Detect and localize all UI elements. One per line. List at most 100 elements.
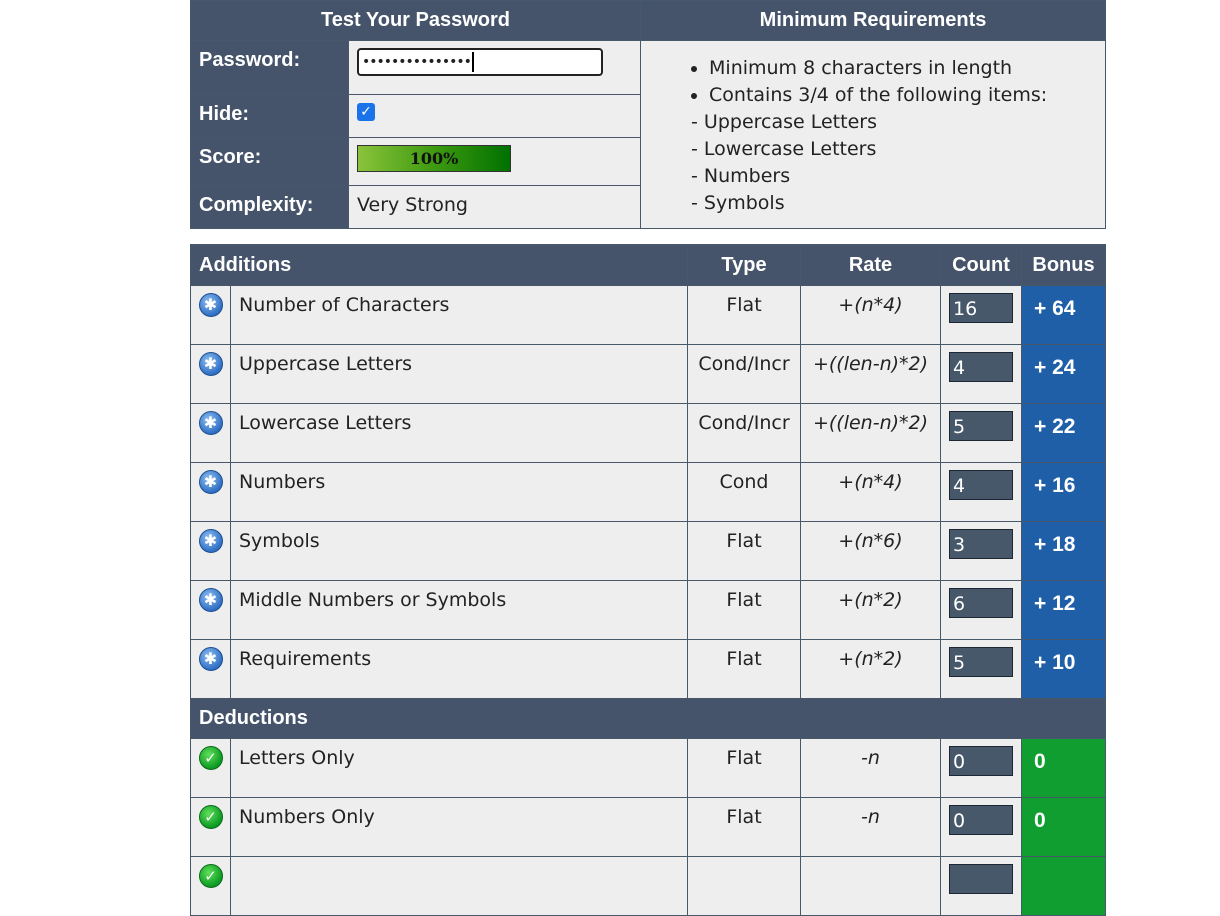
row-rate: +(n*2): [800, 639, 941, 699]
checkmark-icon: ✓: [198, 864, 223, 888]
row-type: [687, 856, 801, 916]
row-type: Cond/Incr: [687, 344, 801, 404]
checkmark-icon: ✓: [198, 805, 223, 829]
row-rate: [800, 856, 941, 916]
row-type: Cond: [687, 462, 801, 522]
count-box: 3: [949, 529, 1013, 559]
password-value: •••••••••••••••: [362, 54, 472, 70]
table-row: ✱ Numbers Cond +(n*4) 4 + 16: [190, 462, 1106, 522]
bonus-value: + 64: [1021, 285, 1106, 345]
password-label: Password:: [190, 40, 349, 95]
table-row: ✓ Letters Only Flat -n 0 0: [190, 738, 1106, 798]
count-header: Count: [940, 244, 1022, 286]
test-password-header: Test Your Password: [189, 0, 642, 41]
row-type: Flat: [687, 580, 801, 640]
password-input[interactable]: •••••••••••••••: [357, 48, 603, 76]
count-box: 5: [949, 411, 1013, 441]
row-rate: +(n*6): [800, 521, 941, 581]
row-name: Number of Characters: [230, 285, 688, 345]
row-name: [230, 856, 688, 916]
star-badge-icon: ✱: [198, 293, 223, 317]
count-box: 16: [949, 293, 1013, 323]
count-box: 5: [949, 647, 1013, 677]
requirements-panel: Minimum 8 characters in length Contains …: [640, 40, 1107, 229]
bonus-value: + 24: [1021, 344, 1106, 404]
row-type: Flat: [687, 285, 801, 345]
complexity-label: Complexity:: [190, 185, 349, 229]
row-name: Middle Numbers or Symbols: [230, 580, 688, 640]
row-name: Requirements: [230, 639, 688, 699]
bonus-value: + 12: [1021, 580, 1106, 640]
count-box: [949, 864, 1013, 894]
row-name: Symbols: [230, 521, 688, 581]
table-row: ✱ Middle Numbers or Symbols Flat +(n*2) …: [190, 580, 1106, 640]
row-name: Lowercase Letters: [230, 403, 688, 463]
star-badge-icon: ✱: [198, 352, 223, 376]
table-row: ✱ Uppercase Letters Cond/Incr +((len-n)*…: [190, 344, 1106, 404]
row-type: Flat: [687, 639, 801, 699]
hide-label: Hide:: [190, 94, 349, 138]
text-caret: [471, 52, 474, 72]
row-rate: -n: [800, 797, 941, 857]
checkmark-icon: ✓: [198, 746, 223, 770]
requirement-item: Minimum 8 characters in length: [709, 55, 1105, 82]
table-row: ✓: [190, 856, 1106, 916]
sub-requirement-item: - Symbols: [691, 192, 785, 214]
additions-header: Additions: [190, 244, 688, 286]
row-name: Numbers Only: [230, 797, 688, 857]
row-rate: +(n*4): [800, 285, 941, 345]
bonus-value: 0: [1021, 797, 1106, 857]
count-box: 0: [949, 746, 1013, 776]
row-rate: +((len-n)*2): [800, 403, 941, 463]
score-label: Score:: [190, 137, 349, 186]
count-box: 4: [949, 470, 1013, 500]
bonus-value: + 18: [1021, 521, 1106, 581]
star-badge-icon: ✱: [198, 647, 223, 671]
row-rate: +(n*4): [800, 462, 941, 522]
hide-checkbox[interactable]: ✓: [357, 103, 375, 121]
row-type: Cond/Incr: [687, 403, 801, 463]
requirements-list: Minimum 8 characters in length Contains …: [641, 55, 1105, 217]
row-name: Numbers: [230, 462, 688, 522]
row-type: Flat: [687, 521, 801, 581]
row-rate: +(n*2): [800, 580, 941, 640]
type-header: Type: [687, 244, 801, 286]
star-badge-icon: ✱: [198, 411, 223, 435]
table-row: ✱ Requirements Flat +(n*2) 5 + 10: [190, 639, 1106, 699]
rate-header: Rate: [800, 244, 941, 286]
count-box: 6: [949, 588, 1013, 618]
test-password-table: Test Your Password Minimum Requirements …: [189, 0, 1107, 229]
table-row: ✱ Lowercase Letters Cond/Incr +((len-n)*…: [190, 403, 1106, 463]
star-badge-icon: ✱: [198, 588, 223, 612]
row-name: Uppercase Letters: [230, 344, 688, 404]
score-breakdown-table: Additions Type Rate Count Bonus ✱ Number…: [190, 244, 1106, 916]
bonus-value: + 16: [1021, 462, 1106, 522]
count-box: 4: [949, 352, 1013, 382]
row-type: Flat: [687, 738, 801, 798]
requirement-item: Contains 3/4 of the following items:: [709, 82, 1105, 109]
star-badge-icon: ✱: [198, 529, 223, 553]
row-rate: -n: [800, 738, 941, 798]
bonus-value: + 10: [1021, 639, 1106, 699]
bonus-value: + 22: [1021, 403, 1106, 463]
row-type: Flat: [687, 797, 801, 857]
deductions-header: Deductions: [190, 698, 1106, 739]
star-badge-icon: ✱: [198, 470, 223, 494]
bonus-value: [1021, 856, 1106, 916]
checkmark-icon: ✓: [360, 104, 372, 120]
table-row: ✱ Number of Characters Flat +(n*4) 16 + …: [190, 285, 1106, 345]
bonus-value: 0: [1021, 738, 1106, 798]
bonus-header: Bonus: [1021, 244, 1106, 286]
requirements-header: Minimum Requirements: [640, 0, 1107, 41]
sub-requirement-item: - Numbers: [691, 165, 791, 187]
sub-requirement-item: - Uppercase Letters: [691, 111, 877, 133]
row-rate: +((len-n)*2): [800, 344, 941, 404]
table-row: ✓ Numbers Only Flat -n 0 0: [190, 797, 1106, 857]
table-row: ✱ Symbols Flat +(n*6) 3 + 18: [190, 521, 1106, 581]
sub-requirement-item: - Lowercase Letters: [691, 138, 877, 160]
score-bar: 100%: [357, 145, 511, 172]
password-meter: Test Your Password Minimum Requirements …: [189, 0, 1107, 916]
count-box: 0: [949, 805, 1013, 835]
complexity-value: Very Strong: [347, 185, 642, 229]
row-name: Letters Only: [230, 738, 688, 798]
